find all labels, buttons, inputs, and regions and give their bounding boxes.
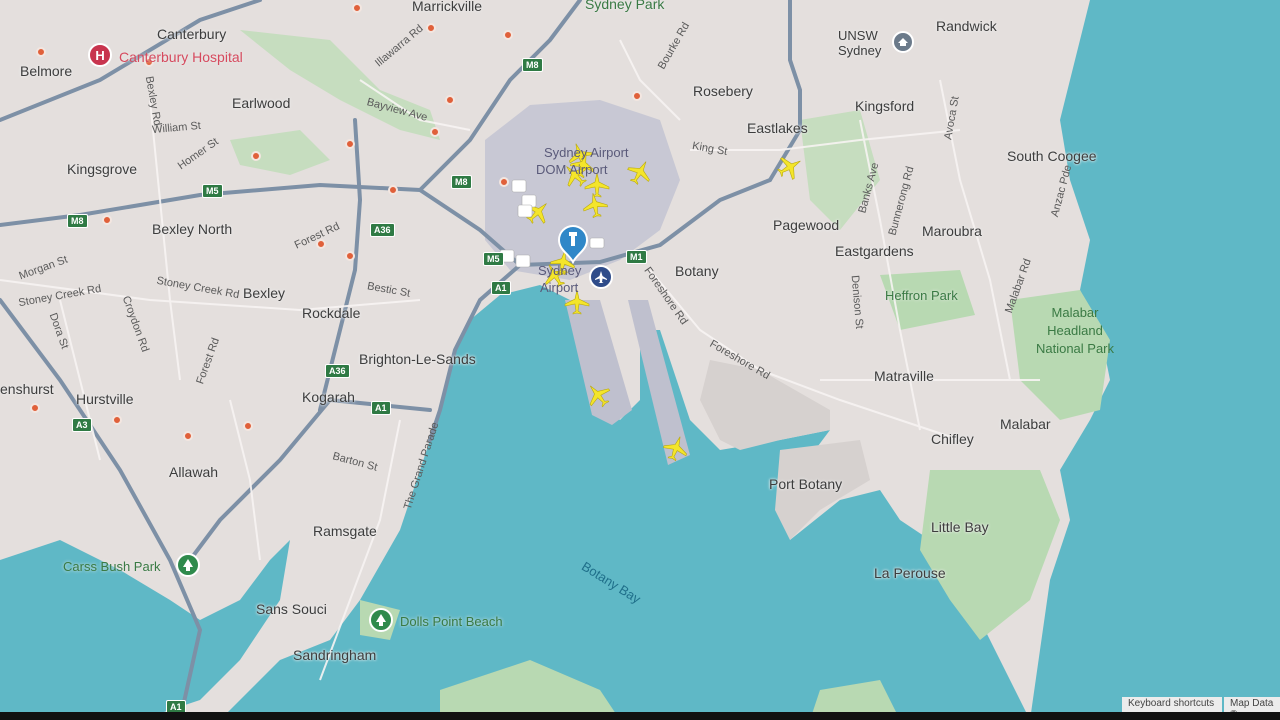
tree-icon[interactable] — [369, 608, 393, 632]
poi-dot[interactable] — [345, 251, 355, 261]
road-shield: A36 — [370, 223, 395, 237]
poi-dot[interactable] — [445, 95, 455, 105]
svg-text:H: H — [95, 48, 104, 63]
poi-dot[interactable] — [426, 23, 436, 33]
map-data-attribution[interactable]: Map Data © — [1224, 697, 1280, 712]
poi-dot[interactable] — [183, 431, 193, 441]
road-shield: M5 — [202, 184, 223, 198]
poi-dot[interactable] — [36, 47, 46, 57]
road-shield: M1 — [626, 250, 647, 264]
poi-dot[interactable] — [430, 127, 440, 137]
poi-dot[interactable] — [112, 415, 122, 425]
parked-aircraft[interactable] — [515, 254, 531, 268]
poi-dot[interactable] — [144, 57, 154, 67]
poi-dot[interactable] — [632, 91, 642, 101]
road-shield: A3 — [72, 418, 92, 432]
parked-aircraft[interactable] — [517, 204, 533, 218]
poi-dot[interactable] — [243, 421, 253, 431]
poi-dot[interactable] — [251, 151, 261, 161]
tree-icon[interactable] — [176, 553, 200, 577]
poi-dot[interactable] — [102, 215, 112, 225]
university-icon[interactable] — [892, 31, 914, 53]
poi-dot[interactable] — [316, 239, 326, 249]
poi-dot[interactable] — [499, 177, 509, 187]
airport-icon[interactable] — [589, 265, 613, 289]
road-shield: M8 — [67, 214, 88, 228]
parked-aircraft[interactable] — [511, 179, 527, 193]
road-shield: A1 — [371, 401, 391, 415]
keyboard-shortcuts-link[interactable]: Keyboard shortcuts — [1122, 697, 1222, 712]
hospital-icon[interactable]: H — [88, 43, 112, 67]
poi-dot[interactable] — [388, 185, 398, 195]
map-canvas[interactable]: H — [0, 0, 1280, 720]
road-shield: M8 — [451, 175, 472, 189]
poi-dot[interactable] — [352, 3, 362, 13]
road-shield: A1 — [491, 281, 511, 295]
road-shield: A36 — [325, 364, 350, 378]
poi-dot[interactable] — [345, 139, 355, 149]
poi-dot[interactable] — [30, 403, 40, 413]
screen-bezel — [0, 712, 1280, 720]
parked-aircraft[interactable] — [589, 237, 605, 249]
road-shield: M8 — [522, 58, 543, 72]
poi-dot[interactable] — [503, 30, 513, 40]
road-shield: M5 — [483, 252, 504, 266]
